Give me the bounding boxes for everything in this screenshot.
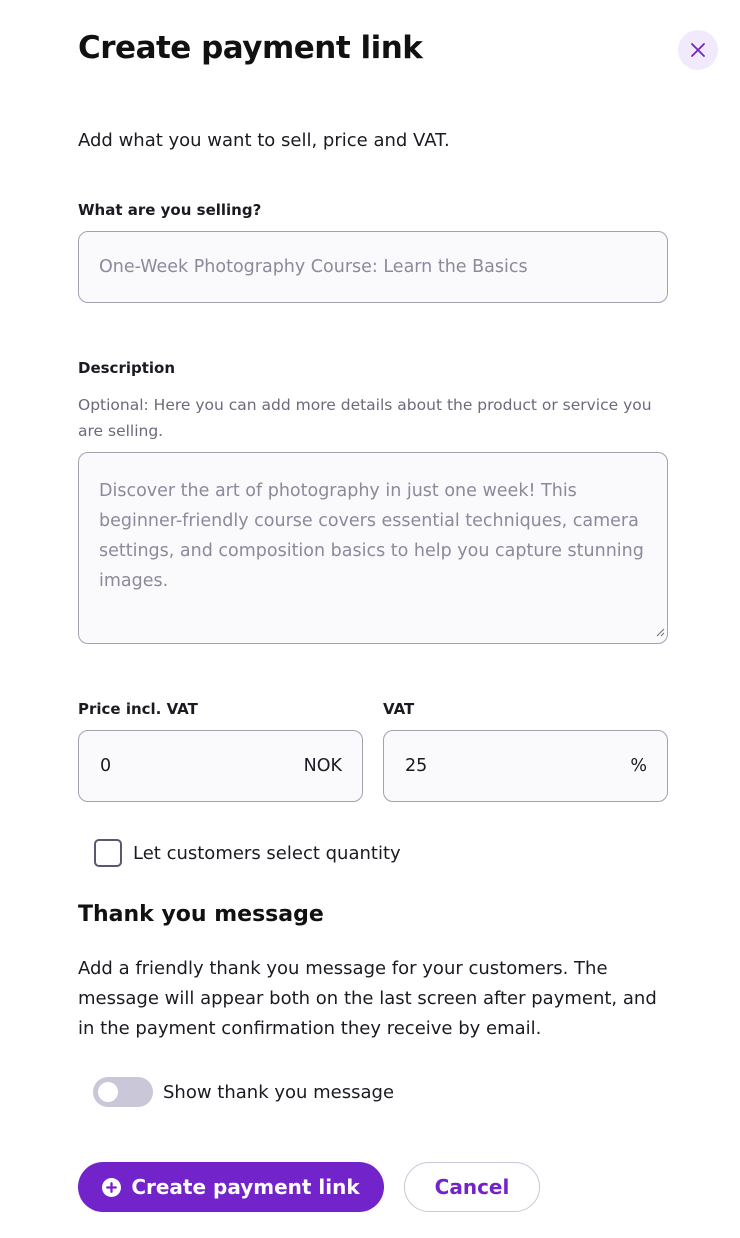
close-icon [690, 42, 706, 58]
thank-you-toggle[interactable] [93, 1077, 153, 1107]
vat-input[interactable] [384, 731, 631, 801]
resize-handle-icon[interactable] [655, 622, 665, 641]
thank-you-title: Thank you message [78, 902, 324, 927]
description-field [78, 452, 668, 644]
close-button[interactable] [678, 30, 718, 70]
currency-suffix: NOK [303, 756, 342, 776]
description-helper: Optional: Here you can add more details … [78, 396, 652, 440]
create-payment-link-button[interactable]: Create payment link [78, 1162, 384, 1212]
intro-text: Add what you want to sell, price and VAT… [78, 130, 450, 151]
product-label: What are you selling? [78, 201, 262, 219]
cancel-button[interactable]: Cancel [404, 1162, 540, 1212]
quantity-checkbox-label: Let customers select quantity [133, 842, 401, 864]
vat-label: VAT [383, 700, 415, 718]
cancel-button-label: Cancel [434, 1175, 510, 1199]
percent-suffix: % [630, 756, 647, 776]
thank-you-toggle-row[interactable]: Show thank you message [93, 1077, 394, 1107]
dialog-title: Create payment link [78, 30, 423, 66]
product-input[interactable] [79, 232, 667, 302]
thank-you-toggle-label: Show thank you message [163, 1081, 395, 1103]
price-label: Price incl. VAT [78, 700, 198, 718]
create-button-label: Create payment link [131, 1175, 360, 1199]
quantity-option[interactable]: Let customers select quantity [94, 839, 401, 867]
description-label: Description [78, 359, 176, 377]
price-field: NOK [78, 730, 363, 802]
vat-field: % [383, 730, 668, 802]
quantity-checkbox[interactable] [94, 839, 122, 867]
plus-circle-icon [102, 1177, 122, 1197]
price-input[interactable] [79, 731, 304, 801]
thank-you-description: Add a friendly thank you message for you… [78, 958, 657, 1039]
toggle-knob [98, 1082, 118, 1102]
product-field [78, 231, 668, 303]
description-textarea[interactable] [79, 453, 667, 643]
